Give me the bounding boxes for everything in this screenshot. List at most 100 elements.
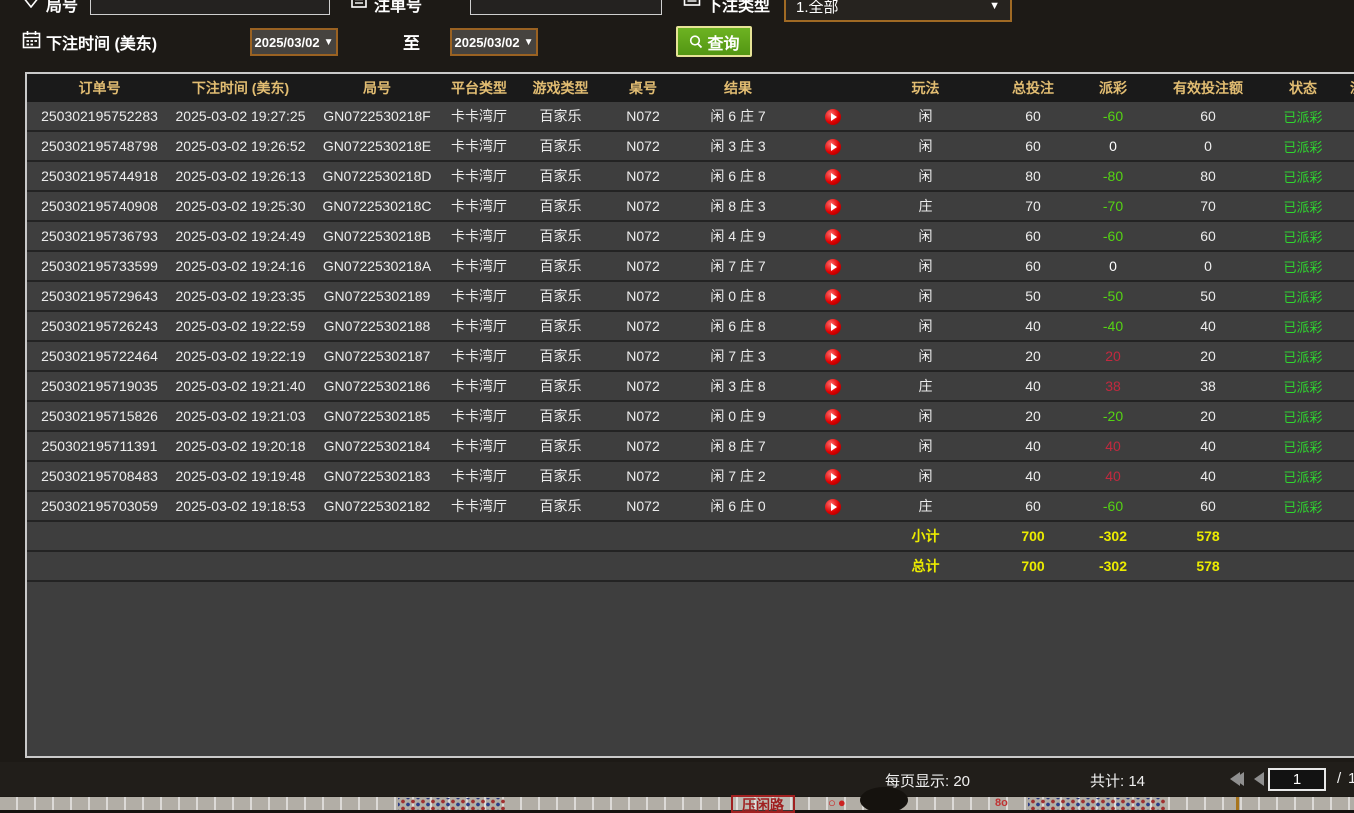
payout-cell: 0 (1083, 251, 1143, 281)
per-page-label: 每页显示: 20 (885, 770, 970, 791)
query-button[interactable]: 查询 (676, 26, 752, 57)
time-cell: 2025-03-02 19:21:40 (172, 371, 309, 401)
table-no-cell: N072 (608, 161, 678, 191)
order-no-label: 注单号 (374, 0, 422, 16)
subtotal-payout: -302 (1083, 521, 1143, 551)
game-no-input[interactable] (90, 0, 330, 15)
table-row: 2503021957030592025-03-02 19:18:53GN0722… (27, 491, 1354, 521)
play-cell: 庄 (868, 191, 983, 221)
order-no-input[interactable] (470, 0, 662, 15)
replay-icon[interactable] (825, 409, 841, 425)
column-header: 玩法 (868, 74, 983, 102)
column-header: 游戏类型 (513, 74, 608, 102)
empty-cell (172, 551, 309, 581)
payout-cell: -60 (1083, 221, 1143, 251)
empty-cell (513, 551, 608, 581)
grand-total-row: 总计700-302578 (27, 551, 1354, 581)
game-type-cell: 百家乐 (513, 251, 608, 281)
empty-cell (1333, 521, 1354, 551)
table-no-cell: N072 (608, 341, 678, 371)
table-row: 2503021957084832025-03-02 19:19:48GN0722… (27, 461, 1354, 491)
table-row: 2503021957190352025-03-02 19:21:40GN0722… (27, 371, 1354, 401)
prev-page-button[interactable] (1254, 772, 1264, 786)
status-cell: 已派彩 (1273, 341, 1333, 371)
page-input[interactable] (1268, 768, 1326, 791)
clipboard-icon (350, 0, 368, 8)
result-cell: 闲 6 庄 8 (678, 311, 798, 341)
result-cell: 闲 0 庄 8 (678, 281, 798, 311)
round-cell: GN07225302183 (309, 461, 445, 491)
order-cell: 250302195729643 (27, 281, 172, 311)
time-cell: 2025-03-02 19:25:30 (172, 191, 309, 221)
replay-icon[interactable] (825, 229, 841, 245)
time-cell: 2025-03-02 19:24:16 (172, 251, 309, 281)
time-cell: 2025-03-02 19:21:03 (172, 401, 309, 431)
status-cell: 已派彩 (1273, 251, 1333, 281)
valid-bet-cell: 40 (1143, 431, 1273, 461)
payout-time-cell (1333, 401, 1354, 431)
time-cell: 2025-03-02 19:22:19 (172, 341, 309, 371)
play-cell: 闲 (868, 131, 983, 161)
order-cell: 250302195703059 (27, 491, 172, 521)
valid-bet-cell: 0 (1143, 131, 1273, 161)
column-header: 有效投注额 (1143, 74, 1273, 102)
payout-time-cell (1333, 431, 1354, 461)
payout-time-cell (1333, 371, 1354, 401)
payout-time-cell (1333, 491, 1354, 521)
bet-type-select[interactable]: 1.全部 ▼ (784, 0, 1012, 22)
date-to-button[interactable]: 2025/03/02▼ (450, 28, 538, 56)
replay-cell (798, 191, 868, 221)
table-row: 2503021957158262025-03-02 19:21:03GN0722… (27, 401, 1354, 431)
empty-cell (445, 551, 513, 581)
game-type-cell: 百家乐 (513, 221, 608, 251)
replay-icon[interactable] (825, 109, 841, 125)
valid-bet-cell: 80 (1143, 161, 1273, 191)
result-cell: 闲 6 庄 8 (678, 161, 798, 191)
play-cell: 庄 (868, 371, 983, 401)
empty-cell (798, 521, 868, 551)
valid-bet-cell: 40 (1143, 461, 1273, 491)
replay-icon[interactable] (825, 199, 841, 215)
empty-cell (608, 551, 678, 581)
replay-icon[interactable] (825, 259, 841, 275)
table-row: 2503021957296432025-03-02 19:23:35GN0722… (27, 281, 1354, 311)
round-cell: GN0722530218E (309, 131, 445, 161)
background-blob (860, 787, 908, 813)
game-type-cell: 百家乐 (513, 461, 608, 491)
total-bet-cell: 60 (983, 221, 1083, 251)
replay-icon[interactable] (825, 499, 841, 515)
order-cell: 250302195715826 (27, 401, 172, 431)
total-bet-cell: 20 (983, 401, 1083, 431)
empty-cell (309, 521, 445, 551)
replay-cell (798, 281, 868, 311)
replay-icon[interactable] (825, 289, 841, 305)
column-header: 状态 (1273, 74, 1333, 102)
column-header: 结果 (678, 74, 798, 102)
replay-icon[interactable] (825, 169, 841, 185)
play-cell: 闲 (868, 311, 983, 341)
replay-cell (798, 431, 868, 461)
date-from-button[interactable]: 2025/03/02▼ (250, 28, 338, 56)
replay-icon[interactable] (825, 439, 841, 455)
result-cell: 闲 6 庄 7 (678, 102, 798, 131)
play-cell: 庄 (868, 491, 983, 521)
total-bet-cell: 40 (983, 431, 1083, 461)
round-cell: GN0722530218C (309, 191, 445, 221)
table-row: 2503021957409082025-03-02 19:25:30GN0722… (27, 191, 1354, 221)
game-type-cell: 百家乐 (513, 281, 608, 311)
round-cell: GN07225302182 (309, 491, 445, 521)
replay-icon[interactable] (825, 379, 841, 395)
first-page-button[interactable] (1234, 772, 1244, 786)
subtotal-bet: 700 (983, 521, 1083, 551)
replay-icon[interactable] (825, 139, 841, 155)
total-bet-cell: 60 (983, 102, 1083, 131)
subtotal-row: 小计700-302578 (27, 521, 1354, 551)
game-type-cell: 百家乐 (513, 431, 608, 461)
replay-cell (798, 371, 868, 401)
replay-icon[interactable] (825, 319, 841, 335)
replay-icon[interactable] (825, 469, 841, 485)
game-type-cell: 百家乐 (513, 191, 608, 221)
replay-cell (798, 341, 868, 371)
payout-time-cell (1333, 102, 1354, 131)
replay-icon[interactable] (825, 349, 841, 365)
